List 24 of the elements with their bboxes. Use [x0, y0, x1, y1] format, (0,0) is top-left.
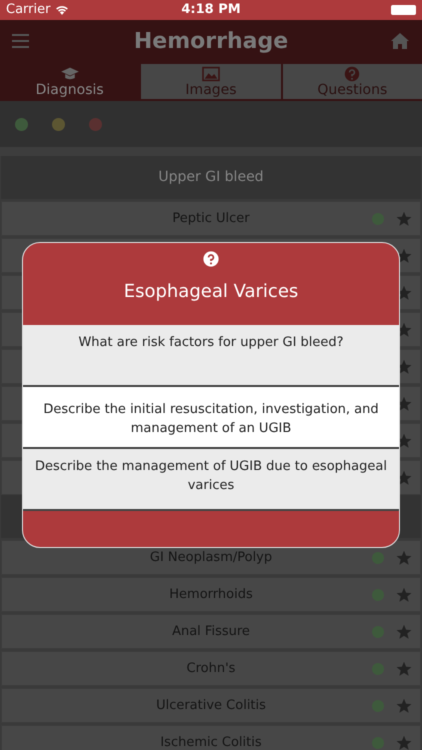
star-icon[interactable] [396, 586, 412, 602]
tab[interactable]: Questions [282, 64, 422, 99]
star-icon[interactable] [396, 624, 412, 640]
section-title: Upper GI bleed [158, 168, 264, 187]
home-icon[interactable] [390, 32, 410, 50]
star-icon[interactable] [396, 210, 412, 226]
question-option[interactable]: Describe the management of UGIB due to esophageal varices [23, 449, 399, 511]
dialog-title: Esophageal Varices [124, 280, 298, 304]
clock-time: 4:18 PM [181, 1, 241, 20]
question-option[interactable]: What are risk factors for upper GI bleed? [23, 325, 399, 387]
wifi-icon [55, 4, 70, 16]
carrier-label: Carrier [6, 1, 50, 20]
battery-icon [391, 5, 416, 15]
star-icon[interactable] [396, 698, 412, 714]
menu-icon[interactable] [12, 34, 29, 48]
graduation-cap-icon [60, 66, 80, 82]
question-option[interactable]: Describe the initial resuscitation, investigation, and management of an UGIB [23, 387, 399, 449]
tab[interactable]: Images [141, 64, 281, 99]
nav-title: Hemorrhage [132, 28, 290, 56]
star-icon[interactable] [396, 550, 412, 566]
question-icon [203, 251, 219, 267]
picture-frame-icon [200, 66, 221, 82]
star-icon[interactable] [396, 660, 412, 676]
star-icon[interactable] [396, 734, 412, 750]
